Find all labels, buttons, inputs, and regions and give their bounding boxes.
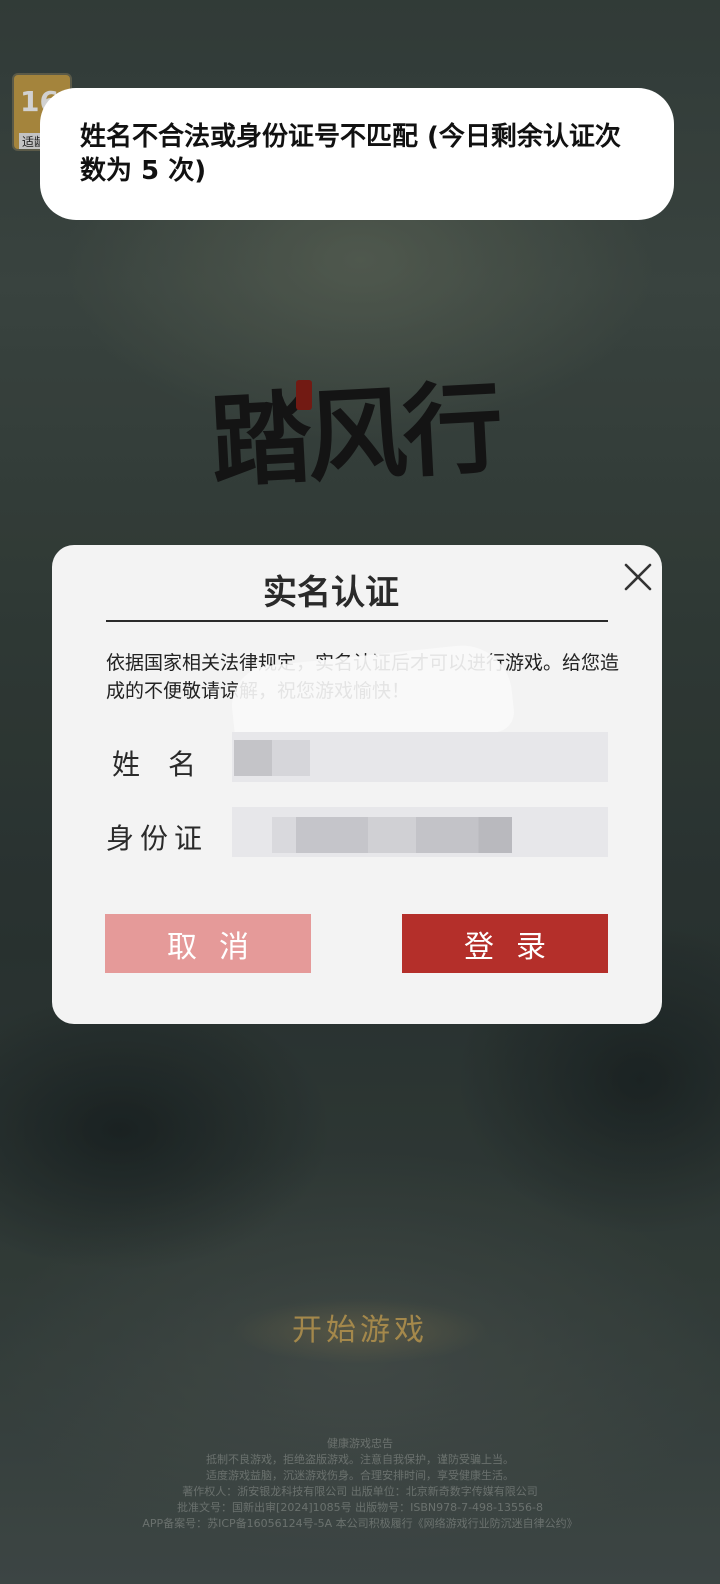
dialog-title: 实名认证: [263, 573, 399, 613]
toast-message: 姓名不合法或身份证号不匹配 (今日剩余认证次数为 5 次): [80, 122, 621, 186]
id-redaction-mosaic: [272, 817, 512, 853]
name-redaction-mosaic: [234, 740, 310, 776]
login-button[interactable]: 登录: [402, 914, 608, 973]
cancel-button[interactable]: 取消: [105, 914, 311, 973]
error-toast: 姓名不合法或身份证号不匹配 (今日剩余认证次数为 5 次): [40, 88, 674, 220]
close-icon[interactable]: [620, 559, 656, 595]
name-label: 姓名: [112, 748, 225, 781]
id-label: 身份证: [106, 822, 209, 855]
real-name-dialog: 实名认证 依据国家相关法律规定，实名认证后才可以进行游戏。给您造成的不便敬请谅解…: [52, 545, 662, 1024]
title-divider: [106, 620, 608, 622]
